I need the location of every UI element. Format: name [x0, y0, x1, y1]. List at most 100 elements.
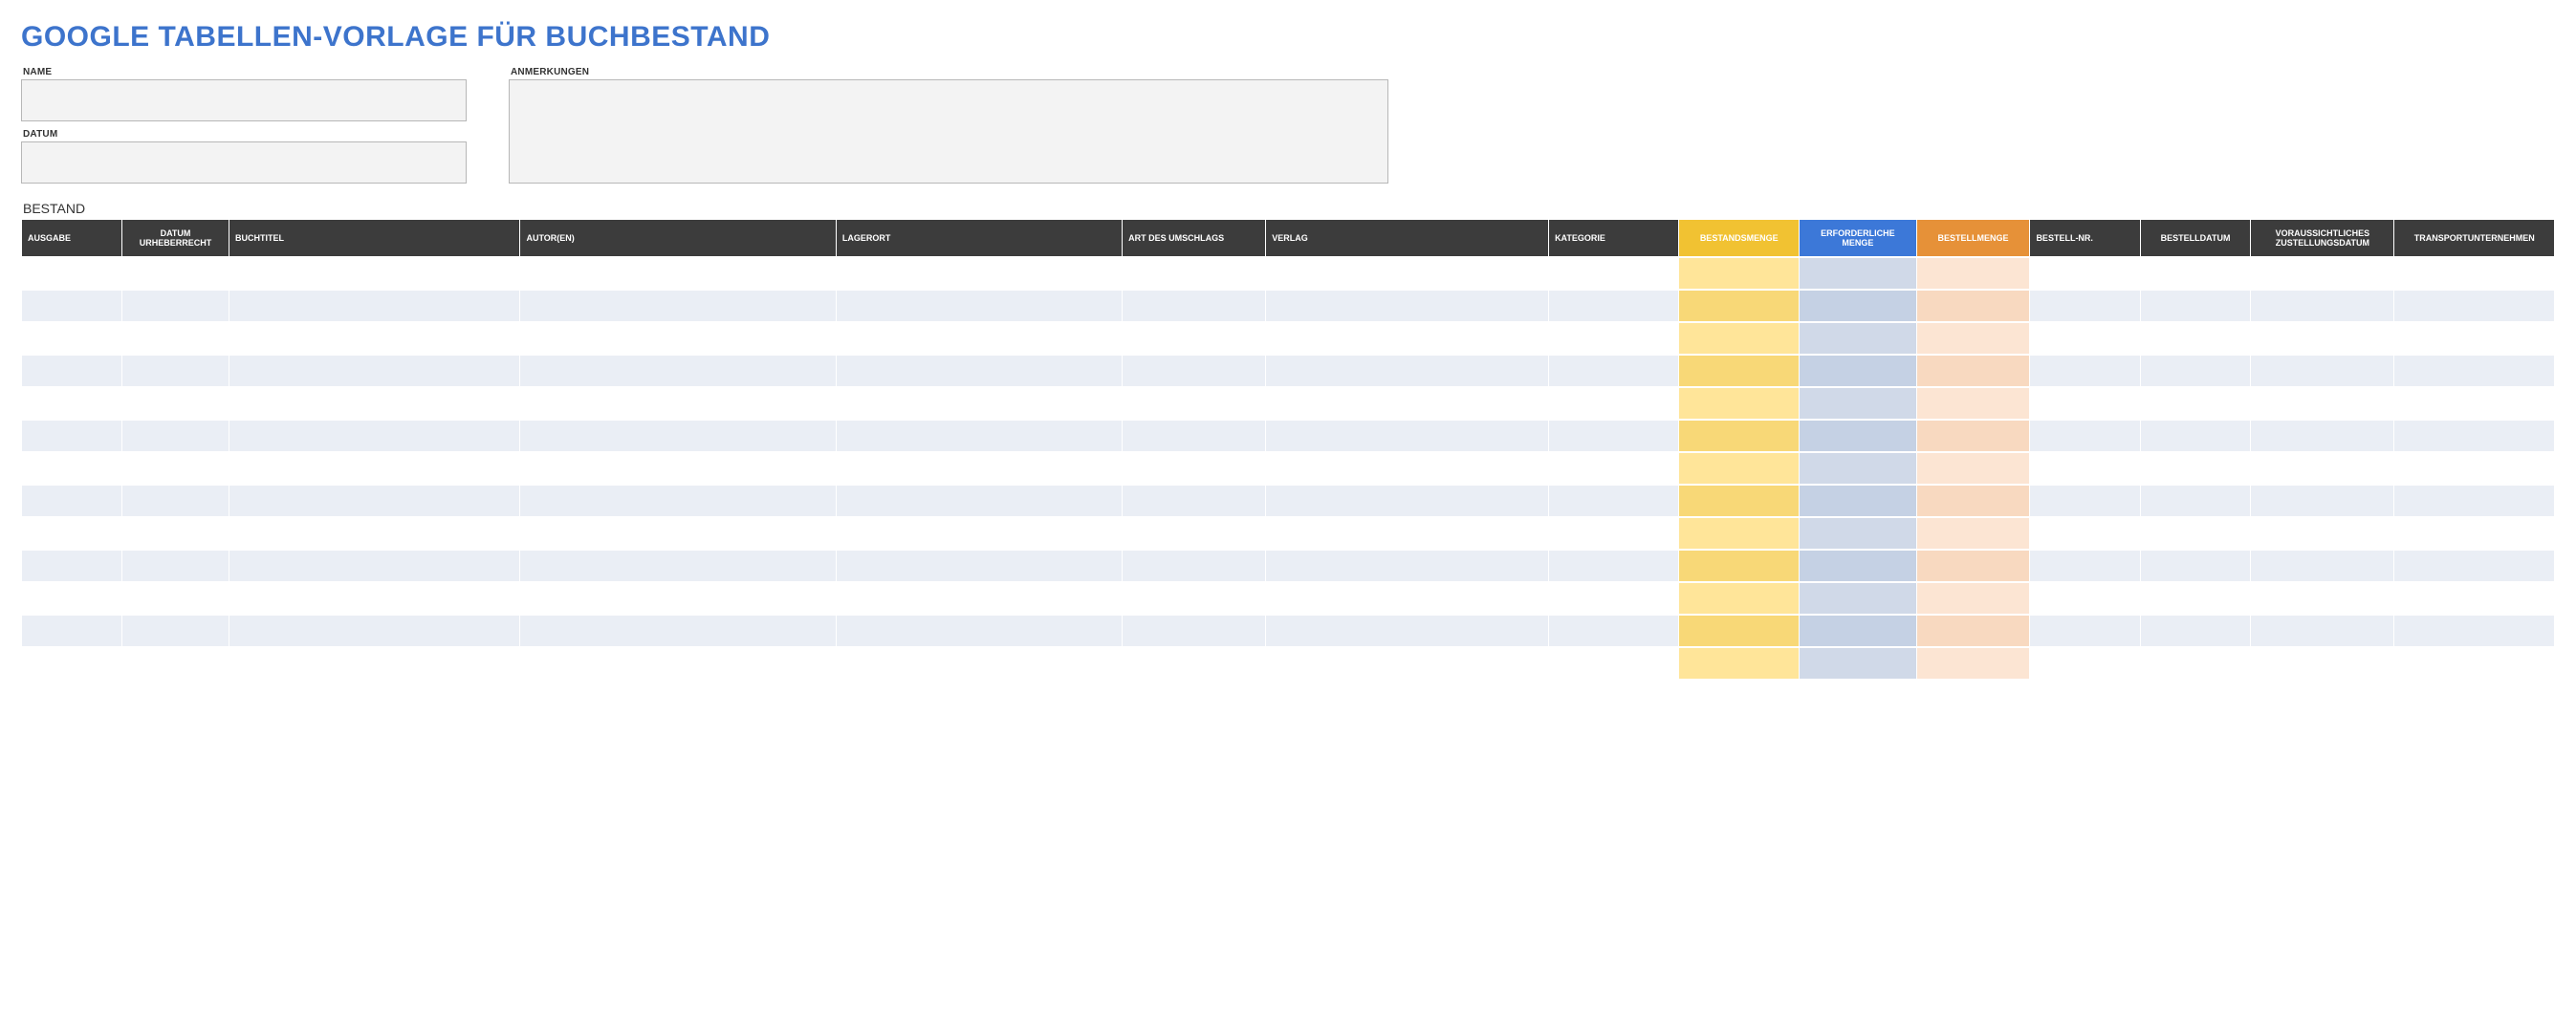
table-cell[interactable] [22, 518, 121, 549]
table-cell[interactable] [2394, 291, 2554, 321]
table-cell[interactable] [2394, 453, 2554, 484]
table-cell[interactable] [1800, 648, 1915, 679]
table-cell[interactable] [1549, 616, 1678, 646]
table-cell[interactable] [1917, 421, 2030, 451]
table-cell[interactable] [520, 323, 835, 354]
table-cell[interactable] [22, 421, 121, 451]
table-cell[interactable] [2030, 323, 2139, 354]
table-cell[interactable] [520, 453, 835, 484]
table-cell[interactable] [520, 616, 835, 646]
table-cell[interactable] [2141, 356, 2250, 386]
table-cell[interactable] [837, 323, 1122, 354]
table-cell[interactable] [1917, 356, 2030, 386]
table-cell[interactable] [2141, 421, 2250, 451]
table-cell[interactable] [2141, 453, 2250, 484]
table-cell[interactable] [1800, 291, 1915, 321]
table-cell[interactable] [2141, 648, 2250, 679]
table-cell[interactable] [22, 648, 121, 679]
table-cell[interactable] [520, 258, 835, 289]
table-cell[interactable] [122, 323, 229, 354]
table-cell[interactable] [837, 583, 1122, 614]
table-cell[interactable] [2251, 551, 2393, 581]
table-cell[interactable] [2251, 421, 2393, 451]
table-cell[interactable] [1266, 616, 1548, 646]
table-cell[interactable] [229, 258, 519, 289]
table-cell[interactable] [22, 258, 121, 289]
table-cell[interactable] [2030, 356, 2139, 386]
table-cell[interactable] [1679, 388, 1799, 419]
table-cell[interactable] [1266, 421, 1548, 451]
table-cell[interactable] [2141, 616, 2250, 646]
table-cell[interactable] [22, 583, 121, 614]
table-cell[interactable] [520, 486, 835, 516]
table-cell[interactable] [2251, 518, 2393, 549]
table-cell[interactable] [2141, 323, 2250, 354]
table-cell[interactable] [1123, 518, 1265, 549]
table-cell[interactable] [22, 486, 121, 516]
table-cell[interactable] [837, 388, 1122, 419]
table-cell[interactable] [1917, 551, 2030, 581]
table-cell[interactable] [22, 291, 121, 321]
table-cell[interactable] [122, 291, 229, 321]
table-cell[interactable] [1917, 486, 2030, 516]
table-cell[interactable] [1549, 291, 1678, 321]
table-cell[interactable] [837, 551, 1122, 581]
table-cell[interactable] [2394, 486, 2554, 516]
table-cell[interactable] [520, 356, 835, 386]
table-cell[interactable] [22, 356, 121, 386]
table-cell[interactable] [1917, 258, 2030, 289]
table-cell[interactable] [1917, 648, 2030, 679]
table-cell[interactable] [122, 551, 229, 581]
table-cell[interactable] [2394, 551, 2554, 581]
table-cell[interactable] [1917, 323, 2030, 354]
table-cell[interactable] [229, 518, 519, 549]
table-cell[interactable] [2030, 518, 2139, 549]
table-cell[interactable] [2251, 258, 2393, 289]
table-cell[interactable] [122, 616, 229, 646]
table-cell[interactable] [2394, 583, 2554, 614]
table-cell[interactable] [2141, 486, 2250, 516]
table-cell[interactable] [837, 616, 1122, 646]
table-cell[interactable] [1549, 453, 1678, 484]
table-cell[interactable] [1917, 453, 2030, 484]
table-cell[interactable] [1800, 258, 1915, 289]
table-cell[interactable] [229, 421, 519, 451]
table-cell[interactable] [1123, 486, 1265, 516]
table-cell[interactable] [2141, 518, 2250, 549]
table-cell[interactable] [1679, 551, 1799, 581]
table-cell[interactable] [1800, 616, 1915, 646]
table-cell[interactable] [1917, 583, 2030, 614]
anmerkungen-input[interactable] [509, 79, 1388, 184]
table-cell[interactable] [2394, 388, 2554, 419]
table-cell[interactable] [2141, 551, 2250, 581]
table-cell[interactable] [22, 551, 121, 581]
table-cell[interactable] [2251, 356, 2393, 386]
table-cell[interactable] [1917, 616, 2030, 646]
table-cell[interactable] [1679, 323, 1799, 354]
table-cell[interactable] [520, 648, 835, 679]
table-cell[interactable] [22, 453, 121, 484]
table-cell[interactable] [1800, 356, 1915, 386]
table-cell[interactable] [1549, 486, 1678, 516]
table-cell[interactable] [1679, 421, 1799, 451]
table-cell[interactable] [2030, 648, 2139, 679]
table-cell[interactable] [2030, 551, 2139, 581]
table-cell[interactable] [229, 453, 519, 484]
table-cell[interactable] [2394, 258, 2554, 289]
table-cell[interactable] [1800, 551, 1915, 581]
table-cell[interactable] [1679, 583, 1799, 614]
table-cell[interactable] [2251, 388, 2393, 419]
table-cell[interactable] [1123, 291, 1265, 321]
table-cell[interactable] [2030, 291, 2139, 321]
table-cell[interactable] [1123, 616, 1265, 646]
table-cell[interactable] [520, 583, 835, 614]
table-cell[interactable] [1123, 323, 1265, 354]
table-cell[interactable] [2394, 323, 2554, 354]
table-cell[interactable] [122, 486, 229, 516]
table-cell[interactable] [2394, 356, 2554, 386]
table-cell[interactable] [2394, 421, 2554, 451]
table-cell[interactable] [2141, 258, 2250, 289]
table-cell[interactable] [229, 551, 519, 581]
table-cell[interactable] [2141, 291, 2250, 321]
table-cell[interactable] [1549, 648, 1678, 679]
